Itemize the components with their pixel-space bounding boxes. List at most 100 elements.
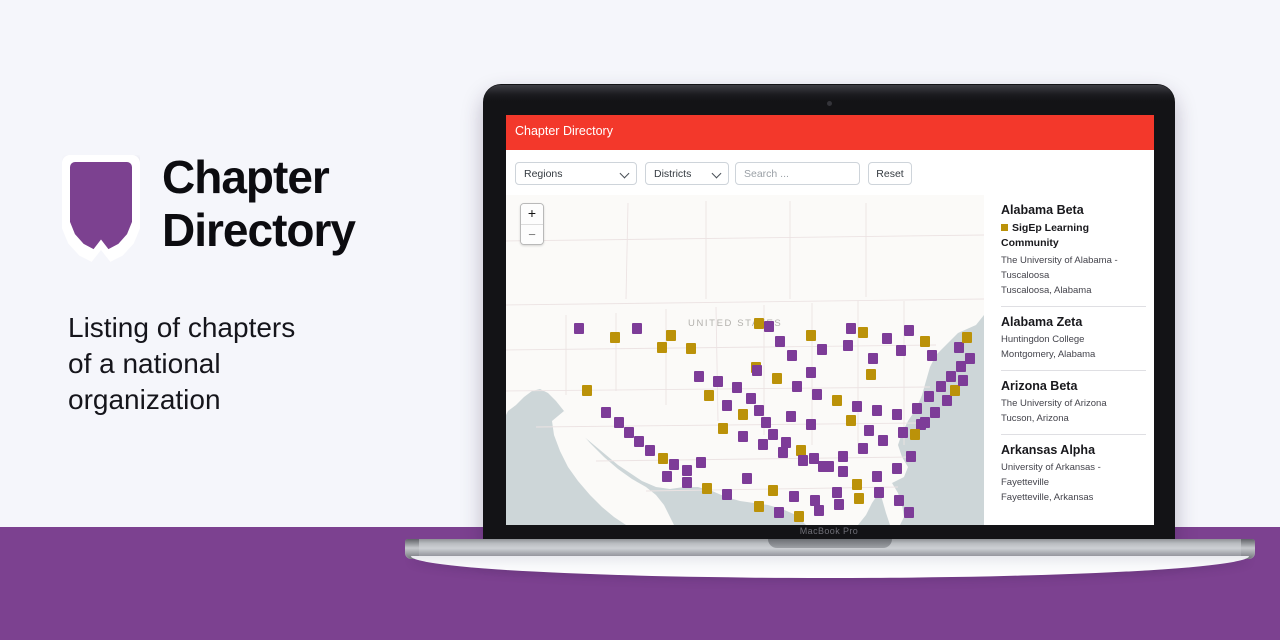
map-marker[interactable] xyxy=(843,340,853,351)
map-marker[interactable] xyxy=(892,409,902,420)
map-marker[interactable] xyxy=(874,487,884,498)
map-marker[interactable] xyxy=(761,417,771,428)
map-zoom-control[interactable]: + − xyxy=(520,203,544,245)
map-marker[interactable] xyxy=(657,342,667,353)
map-marker[interactable] xyxy=(772,373,782,384)
map-marker[interactable] xyxy=(794,511,804,522)
map-marker[interactable] xyxy=(838,466,848,477)
map-marker[interactable] xyxy=(764,321,774,332)
map-marker[interactable] xyxy=(852,479,862,490)
chapter-list-item[interactable]: Arkansas Alpha University of Arkansas - F… xyxy=(992,435,1154,505)
map-marker[interactable] xyxy=(774,507,784,518)
map-marker[interactable] xyxy=(738,431,748,442)
map-marker[interactable] xyxy=(954,342,964,353)
map-marker[interactable] xyxy=(950,385,960,396)
map-marker[interactable] xyxy=(792,381,802,392)
map-marker[interactable] xyxy=(614,417,624,428)
map-marker[interactable] xyxy=(787,350,797,361)
map-marker[interactable] xyxy=(798,455,808,466)
map-marker[interactable] xyxy=(768,429,778,440)
map-marker[interactable] xyxy=(892,463,902,474)
map-marker[interactable] xyxy=(645,445,655,456)
map-marker[interactable] xyxy=(912,403,922,414)
map-marker[interactable] xyxy=(775,336,785,347)
map-marker[interactable] xyxy=(904,325,914,336)
chapter-map[interactable]: UNITED STATES + − xyxy=(506,195,984,525)
map-marker[interactable] xyxy=(832,487,842,498)
zoom-out-button[interactable]: − xyxy=(521,224,543,244)
map-marker[interactable] xyxy=(924,391,934,402)
map-marker[interactable] xyxy=(634,436,644,447)
map-marker[interactable] xyxy=(669,459,679,470)
map-marker[interactable] xyxy=(882,333,892,344)
chapter-list-item[interactable]: Alabama Beta SigEp Learning Community The … xyxy=(992,195,1154,307)
map-marker[interactable] xyxy=(868,353,878,364)
map-marker[interactable] xyxy=(786,411,796,422)
map-marker[interactable] xyxy=(854,493,864,504)
map-marker[interactable] xyxy=(806,419,816,430)
map-marker[interactable] xyxy=(601,407,611,418)
map-marker[interactable] xyxy=(574,323,584,334)
map-marker[interactable] xyxy=(658,453,668,464)
map-marker[interactable] xyxy=(817,344,827,355)
map-marker[interactable] xyxy=(962,332,972,343)
regions-select[interactable]: Regions xyxy=(515,162,637,185)
map-marker[interactable] xyxy=(666,330,676,341)
map-marker[interactable] xyxy=(696,457,706,468)
districts-select[interactable]: Districts xyxy=(645,162,729,185)
map-marker[interactable] xyxy=(832,395,842,406)
map-marker[interactable] xyxy=(812,389,822,400)
map-marker[interactable] xyxy=(686,343,696,354)
map-marker[interactable] xyxy=(662,471,672,482)
reset-button[interactable]: Reset xyxy=(868,162,912,185)
map-marker[interactable] xyxy=(878,435,888,446)
map-marker[interactable] xyxy=(806,330,816,341)
map-marker[interactable] xyxy=(718,423,728,434)
chapter-list-item[interactable]: Arizona Beta The University of Arizona Tuc… xyxy=(992,371,1154,435)
map-marker[interactable] xyxy=(818,461,828,472)
map-marker[interactable] xyxy=(942,395,952,406)
map-marker[interactable] xyxy=(610,332,620,343)
map-marker[interactable] xyxy=(702,483,712,494)
map-marker[interactable] xyxy=(754,405,764,416)
map-marker[interactable] xyxy=(834,499,844,510)
map-marker[interactable] xyxy=(713,376,723,387)
map-marker[interactable] xyxy=(872,405,882,416)
map-marker[interactable] xyxy=(946,371,956,382)
map-marker[interactable] xyxy=(872,471,882,482)
map-marker[interactable] xyxy=(920,336,930,347)
map-marker[interactable] xyxy=(754,501,764,512)
search-input[interactable]: Search ... xyxy=(735,162,860,185)
chapter-list-item[interactable]: Alabama Zeta Huntingdon College Montgomery… xyxy=(992,307,1154,371)
map-marker[interactable] xyxy=(864,425,874,436)
map-marker[interactable] xyxy=(906,451,916,462)
map-marker[interactable] xyxy=(742,473,752,484)
map-marker[interactable] xyxy=(582,385,592,396)
map-marker[interactable] xyxy=(768,485,778,496)
map-marker[interactable] xyxy=(858,443,868,454)
map-marker[interactable] xyxy=(682,465,692,476)
map-marker[interactable] xyxy=(738,409,748,420)
map-marker[interactable] xyxy=(910,429,920,440)
map-marker[interactable] xyxy=(806,367,816,378)
map-marker[interactable] xyxy=(814,505,824,516)
map-marker[interactable] xyxy=(930,407,940,418)
map-marker[interactable] xyxy=(920,417,930,428)
map-marker[interactable] xyxy=(732,382,742,393)
map-marker[interactable] xyxy=(846,415,856,426)
chapter-list[interactable]: Alabama Beta SigEp Learning Community The … xyxy=(992,195,1154,525)
map-marker[interactable] xyxy=(746,393,756,404)
map-marker[interactable] xyxy=(898,427,908,438)
map-marker[interactable] xyxy=(894,495,904,506)
map-marker[interactable] xyxy=(778,447,788,458)
map-marker[interactable] xyxy=(858,327,868,338)
map-marker[interactable] xyxy=(632,323,642,334)
map-marker[interactable] xyxy=(927,350,937,361)
map-marker[interactable] xyxy=(965,353,975,364)
map-marker[interactable] xyxy=(624,427,634,438)
map-marker[interactable] xyxy=(754,318,764,329)
map-marker[interactable] xyxy=(694,371,704,382)
map-marker[interactable] xyxy=(722,400,732,411)
zoom-in-button[interactable]: + xyxy=(521,204,543,224)
map-marker[interactable] xyxy=(752,365,762,376)
